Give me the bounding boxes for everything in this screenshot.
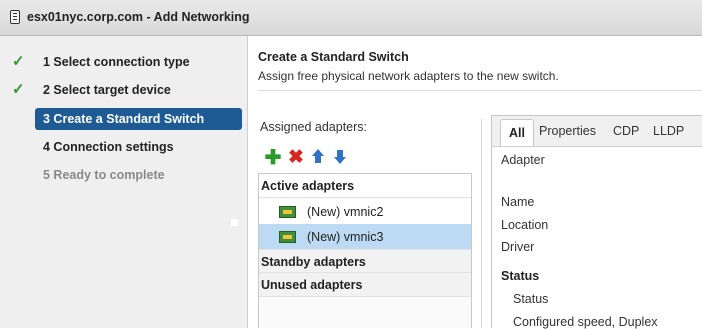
- adapter-label: Adapter: [501, 153, 545, 167]
- wizard-step-label: 5 Ready to complete: [43, 168, 165, 182]
- wizard-step-3[interactable]: 3 Create a Standard Switch: [35, 108, 242, 130]
- field-name-label: Name: [501, 195, 535, 209]
- tab-all[interactable]: All: [500, 119, 534, 146]
- speed-duplex-field-label: Configured speed, Duplex: [513, 315, 658, 329]
- unused-adapters-header: Unused adapters: [259, 273, 471, 297]
- divider: [258, 90, 702, 91]
- wizard-step-label: 2 Select target device: [43, 83, 171, 97]
- network-card-icon: [279, 231, 296, 243]
- window-icon: [10, 10, 20, 24]
- page-title: Create a Standard Switch: [258, 50, 409, 64]
- adapter-label: (New) vmnic3: [307, 230, 384, 244]
- field-driver-label: Driver: [501, 240, 535, 254]
- wizard-step-label: 3 Create a Standard Switch: [43, 112, 205, 126]
- adapter-label: (New) vmnic2: [307, 205, 384, 219]
- status-heading: Status: [501, 269, 540, 283]
- move-down-icon[interactable]: [332, 148, 348, 166]
- adapter-details-panel: All Properties CDP LLDP Adapter Name Loc…: [491, 115, 702, 329]
- assigned-adapters-label: Assigned adapters:: [260, 120, 368, 134]
- network-card-icon: [279, 206, 296, 218]
- wizard-step-2[interactable]: ✓ 2 Select target device: [0, 79, 246, 101]
- checkmark-icon: ✓: [12, 81, 25, 98]
- add-icon[interactable]: ✚: [265, 147, 282, 169]
- page-subtitle: Assign free physical network adapters to…: [258, 69, 559, 83]
- window-title: esx01nyc.corp.com - Add Networking: [27, 10, 250, 24]
- move-up-icon[interactable]: [310, 148, 326, 166]
- checkmark-icon: ✓: [12, 53, 25, 70]
- pane-splitter[interactable]: [481, 119, 482, 328]
- wizard-step-5: 5 Ready to complete: [0, 164, 246, 186]
- active-adapters-header: Active adapters: [259, 174, 471, 198]
- wizard-step-4[interactable]: 4 Connection settings: [0, 136, 246, 158]
- tab-cdp[interactable]: CDP: [613, 124, 639, 138]
- adapter-row-selected[interactable]: (New) vmnic3: [259, 224, 471, 249]
- wizard-step-1[interactable]: ✓ 1 Select connection type: [0, 51, 246, 73]
- assigned-adapters-list: Active adapters (New) vmnic2 (New) vmnic…: [258, 173, 472, 328]
- tab-lldp[interactable]: LLDP: [653, 124, 684, 138]
- field-location-label: Location: [501, 218, 549, 232]
- title-bar: esx01nyc.corp.com - Add Networking: [0, 0, 702, 36]
- standby-adapters-header: Standby adapters: [259, 249, 471, 273]
- wizard-steps-panel: ✓ 1 Select connection type ✓ 2 Select ta…: [0, 36, 248, 328]
- status-field-label: Status: [513, 292, 549, 306]
- adapter-row[interactable]: (New) vmnic2: [259, 199, 471, 224]
- tab-properties[interactable]: Properties: [539, 124, 596, 138]
- main-panel: Create a Standard Switch Assign free phy…: [248, 36, 702, 329]
- wizard-step-label: 4 Connection settings: [43, 140, 174, 154]
- wizard-step-label: 1 Select connection type: [43, 55, 190, 69]
- remove-icon[interactable]: ✖: [288, 147, 304, 168]
- panel-marker: [231, 219, 238, 226]
- details-tabbar: All Properties CDP LLDP: [492, 116, 702, 147]
